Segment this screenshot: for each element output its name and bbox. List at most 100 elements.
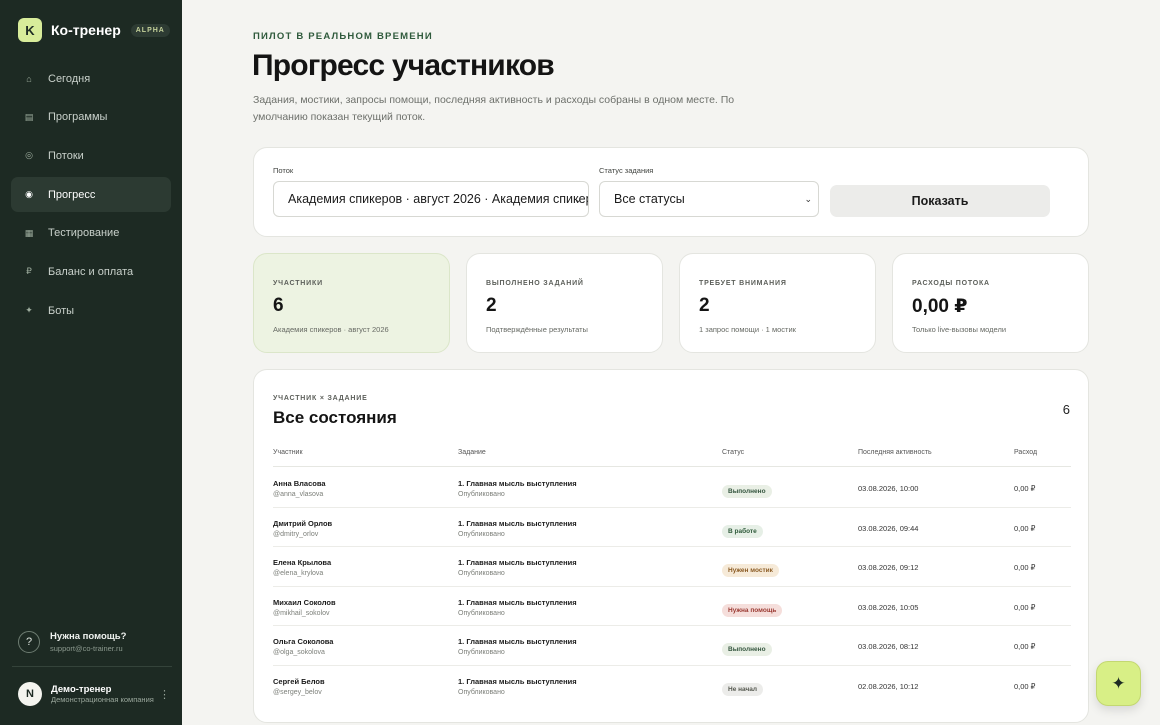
participant-name[interactable]: Анна Власова: [273, 479, 326, 488]
support-email[interactable]: support@co-trainer.ru: [50, 644, 126, 653]
list-icon: ▤: [24, 111, 34, 122]
last-activity: 02.08.2026, 10:12: [858, 681, 919, 691]
sidebar-item-testing[interactable]: ▦ Тестирование: [11, 216, 171, 251]
task-state: Опубликовано: [458, 570, 505, 577]
assistant-button[interactable]: ✦: [1096, 661, 1141, 706]
stat-value: 0,00 ₽: [912, 296, 968, 317]
ruble-icon: ₽: [26, 266, 32, 277]
task-name[interactable]: 1. Главная мысль выступления: [458, 598, 577, 607]
help-title: Нужна помощь?: [50, 631, 127, 642]
participant-handle: @elena_krylova: [273, 570, 324, 577]
participant-name[interactable]: Дмитрий Орлов: [273, 519, 332, 528]
stat-note: 1 запрос помощи · 1 мостик: [699, 325, 796, 334]
status-select[interactable]: Все статусы ⌄: [599, 181, 819, 217]
task-name[interactable]: 1. Главная мысль выступления: [458, 558, 577, 567]
table-row[interactable]: Сергей Белов @sergey_belov 1. Главная мыс…: [273, 666, 1071, 706]
show-button[interactable]: Показать: [830, 185, 1050, 217]
task-state: Опубликовано: [458, 530, 505, 538]
column-task[interactable]: Задание: [458, 449, 486, 456]
sidebar-divider: [12, 666, 172, 667]
last-activity: 03.08.2026, 08:12: [858, 642, 919, 651]
filter-panel: Поток Академия спикеров · август 2026 · …: [253, 147, 1089, 237]
cost-value: 0,00 ₽: [1014, 563, 1036, 572]
participant-name[interactable]: Ольга Соколова: [273, 637, 333, 646]
status-badge: Выполнено: [722, 485, 772, 498]
stat-value: 6: [273, 295, 284, 316]
page-subtitle: Задания, мостики, запросы помощи, послед…: [253, 94, 735, 123]
chevron-down-icon: ⌄: [804, 194, 812, 204]
participant-handle: @sergey_belov: [273, 688, 322, 696]
column-status[interactable]: Статус: [722, 449, 744, 456]
task-name[interactable]: 1. Главная мысль выступления: [458, 479, 577, 488]
avatar: N: [18, 682, 42, 706]
table-row[interactable]: Дмитрий Орлов @dmitry_orlov 1. Главная мы…: [273, 508, 1071, 547]
status-badge: Выполнено: [722, 643, 772, 656]
cost-value: 0,00 ₽: [1014, 484, 1036, 493]
more-vertical-icon[interactable]: ⋮: [159, 688, 170, 701]
last-activity: 03.08.2026, 09:44: [858, 523, 919, 533]
alpha-badge: ALPHA: [130, 23, 170, 37]
brand[interactable]: K Ко-тренер ALPHA: [18, 18, 170, 42]
status-badge: Нужна помощь: [722, 603, 783, 617]
table-row[interactable]: Елена Крылова @elena_krylova 1. Главная м…: [273, 547, 1071, 587]
participant-handle: @olga_sokolova: [273, 649, 325, 656]
sidebar-item-label: Боты: [48, 304, 75, 317]
stream-select[interactable]: Академия спикеров · август 2026 · Академ…: [273, 181, 589, 217]
sparkle-icon: ✦: [1111, 673, 1126, 693]
cost-value: 0,00 ₽: [1014, 642, 1036, 651]
brand-logo: K: [18, 18, 42, 42]
sidebar-item-label: Сегодня: [48, 72, 91, 85]
status-badge: В работе: [722, 524, 763, 538]
sidebar-item-label: Потоки: [48, 149, 84, 162]
task-state: Опубликовано: [458, 609, 505, 617]
sparkle-icon: ✦: [25, 305, 33, 316]
stat-card-costs: РАСХОДЫ ПОТОКА 0,00 ₽ Только live-вызовы…: [892, 253, 1089, 353]
status-label: Статус задания: [599, 166, 654, 175]
task-state: Опубликовано: [458, 649, 505, 656]
stat-note: Только live-вызовы модели: [912, 325, 1007, 334]
sidebar-item-label: Программы: [48, 111, 108, 124]
table-row[interactable]: Ольга Соколова @olga_sokolova 1. Главная …: [273, 626, 1071, 666]
task-name[interactable]: 1. Главная мысль выступления: [458, 677, 577, 686]
table-header: Участник Задание Статус Последняя активн…: [273, 445, 1071, 467]
sidebar-item-label: Прогресс: [48, 188, 96, 201]
column-cost[interactable]: Расход: [1014, 449, 1037, 456]
task-name[interactable]: 1. Главная мысль выступления: [458, 519, 577, 528]
stream-select-value: Академия спикеров · август 2026 · Академ…: [288, 192, 589, 206]
sidebar: K Ко-тренер ALPHA ⌂ Сегодня ▤ Программы …: [0, 0, 182, 725]
participant-name[interactable]: Сергей Белов: [273, 677, 325, 686]
user-profile[interactable]: N Демо-тренер Демонстрационная компания …: [18, 682, 170, 706]
stat-label: УЧАСТНИКИ: [273, 280, 323, 287]
sidebar-item-label: Баланс и оплата: [48, 265, 134, 278]
column-participant[interactable]: Участник: [273, 449, 303, 456]
task-state: Опубликовано: [458, 688, 505, 696]
status-badge: Не начал: [722, 682, 764, 696]
target-icon: ◎: [25, 150, 33, 161]
stat-note: Академия спикеров · август 2026: [273, 325, 389, 334]
table-row[interactable]: Михаил Соколов @mikhail_sokolov 1. Главна…: [273, 587, 1071, 626]
table-row[interactable]: Анна Власова @anna_vlasova 1. Главная мыс…: [273, 468, 1071, 508]
participant-name[interactable]: Елена Крылова: [273, 558, 331, 567]
user-name: Демо-тренер: [51, 684, 112, 695]
stat-card-completed: ВЫПОЛНЕНО ЗАДАНИЙ 2 Подтверждённые резул…: [466, 253, 663, 353]
question-icon: ?: [18, 631, 40, 653]
page-title: Прогресс участников: [252, 49, 555, 82]
column-activity[interactable]: Последняя активность: [858, 449, 932, 456]
sidebar-item-streams[interactable]: ◎ Потоки: [11, 138, 171, 173]
table-eyebrow: УЧАСТНИК × ЗАДАНИЕ: [273, 395, 368, 402]
cost-value: 0,00 ₽: [1014, 523, 1036, 533]
states-table-card: УЧАСТНИК × ЗАДАНИЕ Все состояния 6 Участ…: [253, 369, 1089, 723]
participant-name[interactable]: Михаил Соколов: [273, 598, 336, 607]
stat-label: РАСХОДЫ ПОТОКА: [912, 280, 990, 287]
sidebar-item-bots[interactable]: ✦ Боты: [11, 293, 171, 328]
sidebar-item-today[interactable]: ⌂ Сегодня: [11, 61, 171, 96]
help-link[interactable]: ? Нужна помощь? support@co-trainer.ru: [18, 631, 126, 653]
sidebar-item-billing[interactable]: ₽ Баланс и оплата: [11, 254, 171, 289]
sidebar-item-progress[interactable]: ◉ Прогресс: [11, 177, 171, 213]
chevron-down-icon: ⌄: [574, 194, 582, 204]
task-name[interactable]: 1. Главная мысль выступления: [458, 637, 577, 646]
stat-value: 2: [699, 295, 710, 316]
status-select-value: Все статусы: [614, 192, 685, 206]
sidebar-item-programs[interactable]: ▤ Программы: [11, 100, 171, 135]
table-title: Все состояния: [273, 408, 397, 427]
